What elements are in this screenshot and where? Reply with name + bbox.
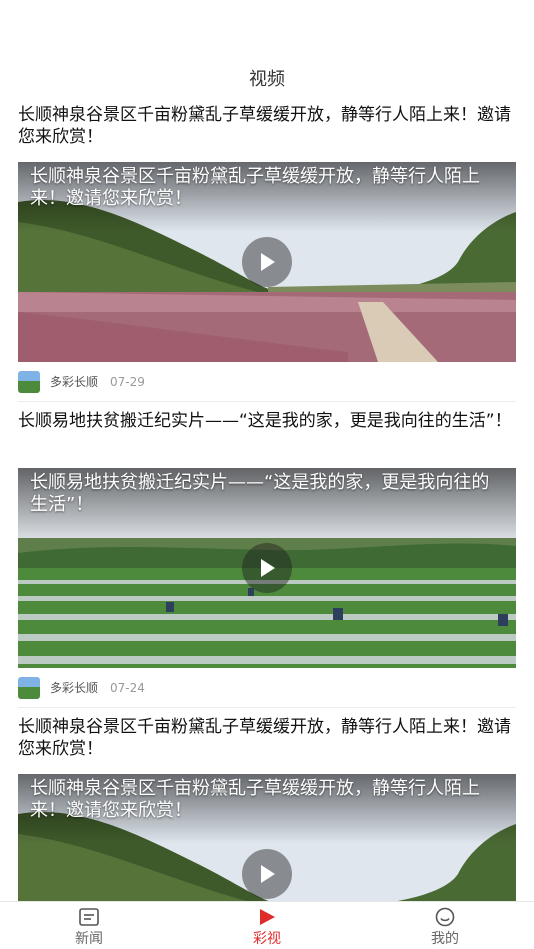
news-icon [78,907,100,927]
video-card[interactable]: 长顺神泉谷景区千亩粉黛乱子草缓缓开放，静等行人陌上来！邀请您来欣赏！ 长顺神泉谷… [0,104,534,402]
tab-label: 我的 [431,931,459,947]
video-thumbnail[interactable]: 长顺神泉谷景区千亩粉黛乱子草缓缓开放，静等行人陌上来！邀请您来欣赏！ [18,162,516,362]
video-caption: 长顺神泉谷景区千亩粉黛乱子草缓缓开放，静等行人陌上来！邀请您来欣赏！ [30,166,480,209]
video-thumbnail[interactable]: 长顺易地扶贫搬迁纪实片——“这是我的家，更是我向往的生活”！ [18,468,516,668]
tab-label: 彩视 [253,931,281,947]
play-button[interactable] [242,543,292,593]
tab-label: 新闻 [75,931,103,947]
video-card-title[interactable]: 长顺神泉谷景区千亩粉黛乱子草缓缓开放，静等行人陌上来！邀请您来欣赏！ [18,716,516,764]
play-button[interactable] [242,237,292,287]
video-card-title[interactable]: 长顺神泉谷景区千亩粉黛乱子草缓缓开放，静等行人陌上来！邀请您来欣赏！ [18,104,516,152]
video-caption: 长顺易地扶贫搬迁纪实片——“这是我的家，更是我向往的生活”！ [30,472,490,515]
bottom-tab-bar: 新闻 彩视 我的 [0,901,534,949]
tab-news[interactable]: 新闻 [0,902,178,949]
play-button[interactable] [242,849,292,899]
video-card[interactable]: 长顺易地扶贫搬迁纪实片——“这是我的家，更是我向往的生活”！ 长顺易地扶贫搬迁纪… [0,410,534,708]
video-play-icon [256,907,278,927]
video-card-title[interactable]: 长顺易地扶贫搬迁纪实片——“这是我的家，更是我向往的生活”！ [18,410,516,458]
top-bar: 视频 [0,58,534,98]
video-meta: 多彩长顺 07-24 [18,668,516,708]
source-name: 多彩长顺 [50,681,99,695]
app-screen: 视频 长顺神泉谷景区千亩粉黛乱子草缓缓开放，静等行人陌上来！邀请您来欣赏！ 长顺… [0,0,534,949]
video-meta: 多彩长顺 07-29 [18,362,516,402]
tab-video[interactable]: 彩视 [178,902,356,949]
play-icon [261,865,275,883]
video-caption: 长顺神泉谷景区千亩粉黛乱子草缓缓开放，静等行人陌上来！邀请您来欣赏！ [30,778,480,821]
tab-mine[interactable]: 我的 [356,902,534,949]
publish-date: 07-29 [110,374,145,389]
smile-icon [434,907,456,927]
page-title: 视频 [249,69,285,90]
source-name: 多彩长顺 [50,375,99,389]
play-icon [261,559,275,577]
publish-date: 07-24 [110,680,145,695]
play-icon [261,253,275,271]
source-avatar [18,370,40,393]
video-feed[interactable]: 长顺神泉谷景区千亩粉黛乱子草缓缓开放，静等行人陌上来！邀请您来欣赏！ 长顺神泉谷… [0,104,534,949]
source-avatar [18,676,40,699]
